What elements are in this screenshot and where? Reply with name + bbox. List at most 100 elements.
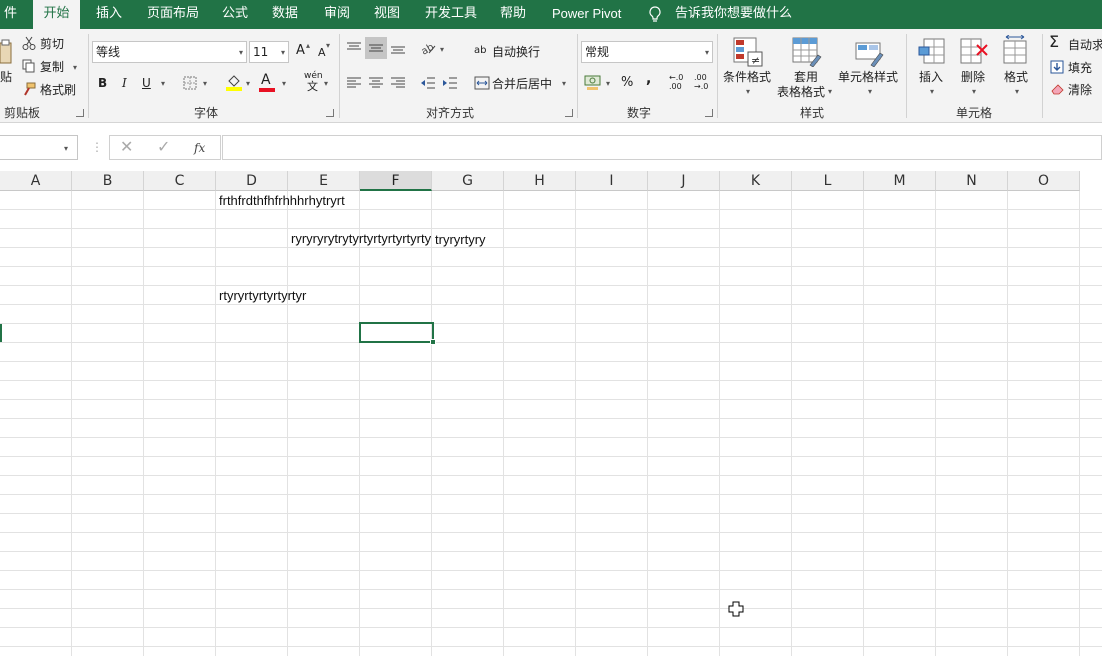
align-bottom-icon[interactable] — [390, 41, 406, 55]
clipboard-launcher-icon[interactable] — [76, 109, 84, 117]
font-launcher-icon[interactable] — [326, 109, 334, 117]
font-name-select[interactable]: 等线 ▾ — [92, 41, 247, 63]
column-header-h[interactable]: H — [504, 171, 576, 191]
grow-font-button[interactable]: A — [296, 43, 305, 59]
column-header-g[interactable]: G — [432, 171, 504, 191]
bold-button[interactable]: B — [98, 75, 107, 91]
font-color-dropdown-icon[interactable]: ▾ — [282, 79, 286, 89]
fill-button[interactable]: 填充 — [1068, 60, 1092, 76]
delete-dropdown-icon[interactable]: ▾ — [972, 87, 976, 97]
align-right-icon[interactable] — [390, 76, 406, 90]
tab-home[interactable]: 开始 — [33, 0, 80, 29]
accounting-dropdown-icon[interactable]: ▾ — [606, 79, 610, 89]
fill-color-dropdown-icon[interactable]: ▾ — [246, 79, 250, 89]
comma-button[interactable]: , — [646, 71, 651, 87]
column-header-i[interactable]: I — [576, 171, 648, 191]
merge-center-button[interactable]: 合并后居中 — [492, 76, 552, 92]
fill-color-icon[interactable] — [225, 73, 243, 91]
tell-me-search[interactable]: 告诉我你想要做什么 — [675, 0, 792, 29]
shrink-font-button[interactable]: A — [318, 45, 326, 61]
phonetic-guide-button[interactable]: 文 — [307, 81, 318, 93]
cell-styles-button[interactable]: 单元格样式 — [838, 69, 898, 85]
tab-page-layout[interactable]: 页面布局 — [147, 0, 199, 29]
column-header-j[interactable]: J — [648, 171, 720, 191]
align-middle-icon[interactable] — [368, 41, 384, 55]
cell-E3[interactable]: ryryryrytrytyrtyrtyrtyrtyrtyr — [289, 230, 431, 249]
formula-input[interactable] — [222, 135, 1102, 160]
font-size-select[interactable]: 11 ▾ — [249, 41, 289, 63]
column-header-a[interactable]: A — [0, 171, 72, 191]
align-top-icon[interactable] — [346, 41, 362, 55]
active-cell-selection[interactable] — [359, 322, 434, 343]
delete-cells-button[interactable]: 删除 — [961, 69, 985, 85]
clear-button[interactable]: 清除 — [1068, 82, 1092, 98]
orientation-icon[interactable]: ab — [420, 41, 436, 55]
decrease-indent-icon[interactable] — [420, 76, 436, 90]
align-left-icon[interactable] — [346, 76, 362, 90]
cell-D6[interactable]: rtyryrtyrtyrtyrtyr — [219, 287, 306, 305]
column-header-d[interactable]: D — [216, 171, 288, 191]
italic-button[interactable]: I — [122, 75, 127, 91]
tab-power-pivot[interactable]: Power Pivot — [552, 0, 621, 29]
format-painter-button[interactable]: 格式刷 — [40, 82, 76, 98]
tab-view[interactable]: 视图 — [374, 0, 400, 29]
tab-review[interactable]: 审阅 — [324, 0, 350, 29]
align-center-icon[interactable] — [368, 76, 384, 90]
copy-dropdown-icon[interactable]: ▾ — [73, 63, 77, 73]
worksheet-grid[interactable]: ABCDEFGHIJKLMNO frthfrdthfhfrhhhrhytryrt… — [0, 171, 1102, 656]
name-box[interactable]: ▾ — [0, 135, 78, 160]
copy-button[interactable]: 复制 — [40, 59, 64, 75]
format-as-table-dropdown-icon[interactable]: ▾ — [828, 87, 832, 97]
fill-handle[interactable] — [430, 339, 436, 345]
column-header-c[interactable]: C — [144, 171, 216, 191]
tab-file[interactable]: 件 — [0, 0, 21, 29]
enter-check-icon[interactable]: ✓ — [157, 139, 170, 155]
format-cells-button[interactable]: 格式 — [1004, 69, 1028, 85]
column-header-k[interactable]: K — [720, 171, 792, 191]
insert-dropdown-icon[interactable]: ▾ — [930, 87, 934, 97]
orientation-dropdown-icon[interactable]: ▾ — [440, 45, 444, 55]
tab-data[interactable]: 数据 — [272, 0, 298, 29]
paste-label[interactable]: 贴 — [0, 69, 12, 85]
tab-insert[interactable]: 插入 — [96, 0, 122, 29]
column-header-b[interactable]: B — [72, 171, 144, 191]
decrease-decimal-button[interactable]: .00 →.0 — [694, 73, 708, 91]
cancel-icon[interactable]: ✕ — [120, 139, 133, 155]
cell-styles-dropdown-icon[interactable]: ▾ — [868, 87, 872, 97]
insert-function-button[interactable]: fx — [194, 140, 205, 156]
chevron-down-icon[interactable]: ▾ — [64, 144, 68, 154]
underline-dropdown-icon[interactable]: ▾ — [161, 79, 165, 89]
conditional-dropdown-icon[interactable]: ▾ — [746, 87, 750, 97]
cut-button[interactable]: 剪切 — [40, 36, 64, 52]
percent-button[interactable]: % — [621, 75, 633, 91]
tab-formulas[interactable]: 公式 — [222, 0, 248, 29]
paste-icon[interactable] — [0, 39, 14, 67]
underline-button[interactable]: U — [142, 75, 151, 91]
tab-developer[interactable]: 开发工具 — [425, 0, 477, 29]
column-header-o[interactable]: O — [1008, 171, 1080, 191]
increase-indent-icon[interactable] — [442, 76, 458, 90]
border-dropdown-icon[interactable]: ▾ — [203, 79, 207, 89]
format-as-table-label-1[interactable]: 套用 — [794, 69, 818, 85]
number-format-select[interactable]: 常规 ▾ — [581, 41, 713, 63]
increase-decimal-button[interactable]: ←.0 .00 — [669, 73, 683, 91]
conditional-formatting-button[interactable]: 条件格式 — [723, 69, 771, 85]
number-launcher-icon[interactable] — [705, 109, 713, 117]
cell-D1[interactable]: frthfrdthfhfrhhhrhytryrt — [219, 192, 345, 210]
font-color-button[interactable]: A — [261, 72, 271, 88]
merge-dropdown-icon[interactable]: ▾ — [562, 79, 566, 89]
format-as-table-button[interactable]: 表格格式 — [777, 84, 825, 100]
phonetic-dropdown-icon[interactable]: ▾ — [324, 79, 328, 89]
wrap-text-button[interactable]: 自动换行 — [492, 44, 540, 60]
column-header-l[interactable]: L — [792, 171, 864, 191]
column-header-e[interactable]: E — [288, 171, 360, 191]
column-header-f[interactable]: F — [360, 171, 432, 191]
alignment-launcher-icon[interactable] — [565, 109, 573, 117]
border-icon[interactable] — [183, 76, 197, 90]
cell-G3[interactable]: tryryrtyry — [435, 231, 486, 249]
accounting-format-icon[interactable] — [584, 73, 602, 91]
insert-cells-button[interactable]: 插入 — [919, 69, 943, 85]
column-header-m[interactable]: M — [864, 171, 936, 191]
autosum-button[interactable]: 自动求 — [1068, 37, 1102, 53]
column-header-n[interactable]: N — [936, 171, 1008, 191]
